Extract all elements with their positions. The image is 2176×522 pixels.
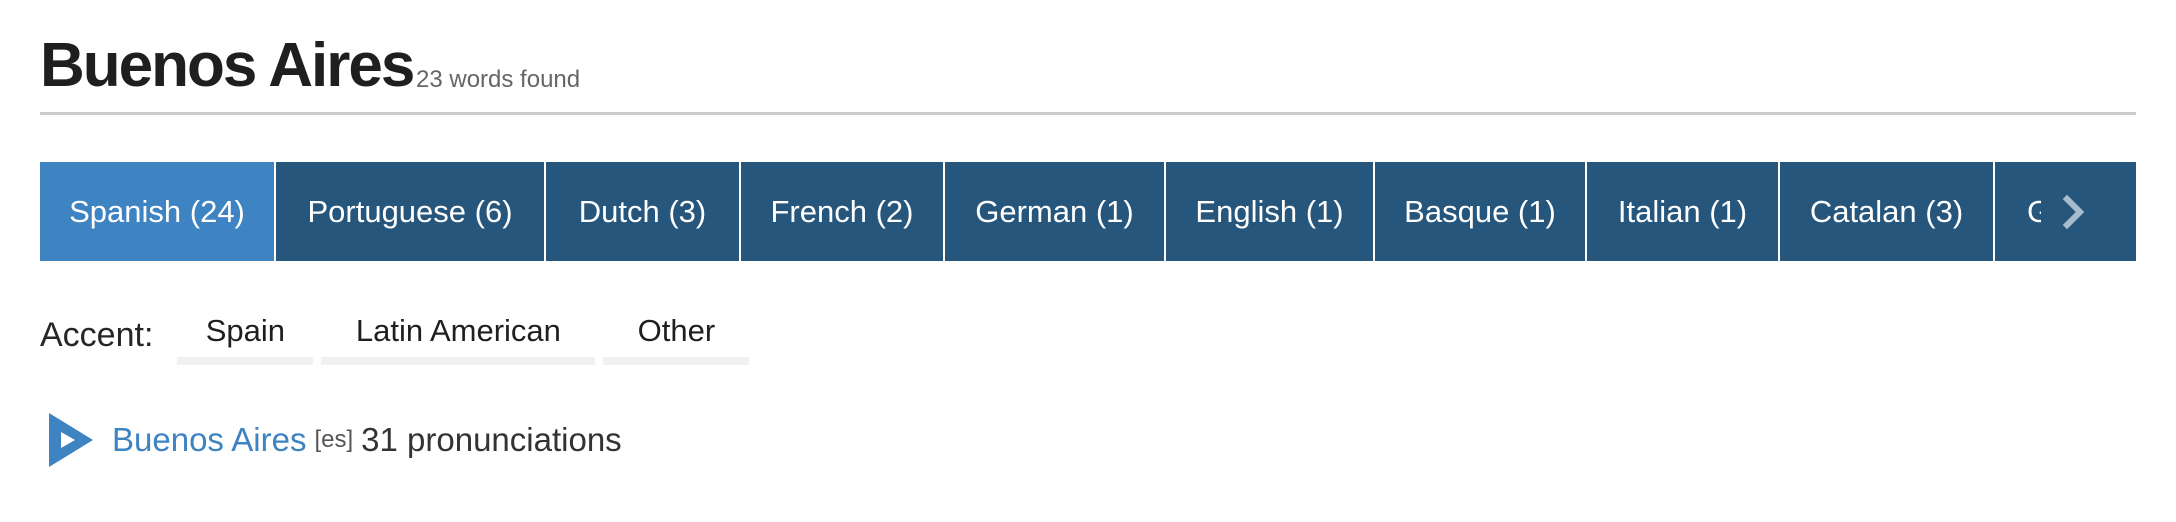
tab-truncated[interactable]: G: [1995, 162, 2136, 261]
tab-german[interactable]: German (1): [945, 162, 1166, 261]
page-header: Buenos Aires 23 words found: [40, 30, 2136, 115]
tab-dutch[interactable]: Dutch (3): [546, 162, 741, 261]
tab-french[interactable]: French (2): [741, 162, 945, 261]
tab-portuguese[interactable]: Portuguese (6): [276, 162, 546, 261]
play-icon[interactable]: [46, 410, 96, 470]
accent-label: Accent:: [40, 316, 154, 354]
tab-english[interactable]: English (1): [1166, 162, 1375, 261]
tab-italian[interactable]: Italian (1): [1587, 162, 1780, 261]
language-code: [es]: [314, 426, 354, 453]
accent-option-other[interactable]: Other: [603, 305, 750, 365]
pronunciation-count: 31 pronunciations: [361, 421, 622, 458]
accent-option-latin-american[interactable]: Latin American: [321, 305, 596, 365]
tab-catalan[interactable]: Catalan (3): [1780, 162, 1995, 261]
accent-option-spain[interactable]: Spain: [177, 305, 314, 365]
word-entry: Buenos Aires [es] 31 pronunciations: [46, 410, 622, 470]
chevron-right-icon: [2062, 194, 2085, 229]
language-tabs: Spanish (24) Portuguese (6) Dutch (3) Fr…: [40, 162, 2136, 261]
tab-truncated-label: G: [2027, 193, 2041, 229]
tab-spanish[interactable]: Spanish (24): [40, 162, 276, 261]
tabs-next-button[interactable]: [2054, 192, 2094, 232]
words-found-count: 23 words found: [416, 66, 581, 93]
accent-filter: Accent: Spain Latin American Other: [40, 305, 757, 365]
word-link[interactable]: Buenos Aires: [112, 421, 306, 459]
tab-basque[interactable]: Basque (1): [1375, 162, 1587, 261]
page-title: Buenos Aires: [40, 31, 415, 100]
